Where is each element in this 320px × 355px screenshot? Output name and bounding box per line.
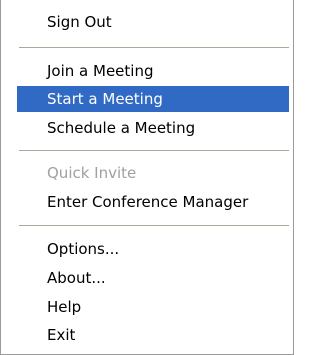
- menu-item-options[interactable]: Options...: [17, 236, 289, 262]
- menu-item-start-meeting[interactable]: Start a Meeting: [17, 86, 289, 112]
- menu-separator: [19, 225, 289, 226]
- menu-item-exit[interactable]: Exit: [17, 322, 289, 348]
- menu-separator: [19, 150, 289, 151]
- menu-item-help[interactable]: Help: [17, 294, 289, 320]
- context-menu: Sign Out Join a Meeting Start a Meeting …: [0, 0, 294, 355]
- menu-item-quick-invite: Quick Invite: [47, 164, 137, 182]
- menu-item-schedule-meeting[interactable]: Schedule a Meeting: [17, 115, 289, 141]
- menu-item-enter-conference-manager[interactable]: Enter Conference Manager: [17, 189, 289, 215]
- menu-item-join-meeting[interactable]: Join a Meeting: [17, 58, 289, 84]
- menu-item-sign-out[interactable]: Sign Out: [17, 9, 289, 35]
- menu-item-about[interactable]: About...: [17, 265, 289, 291]
- menu-separator: [19, 47, 289, 48]
